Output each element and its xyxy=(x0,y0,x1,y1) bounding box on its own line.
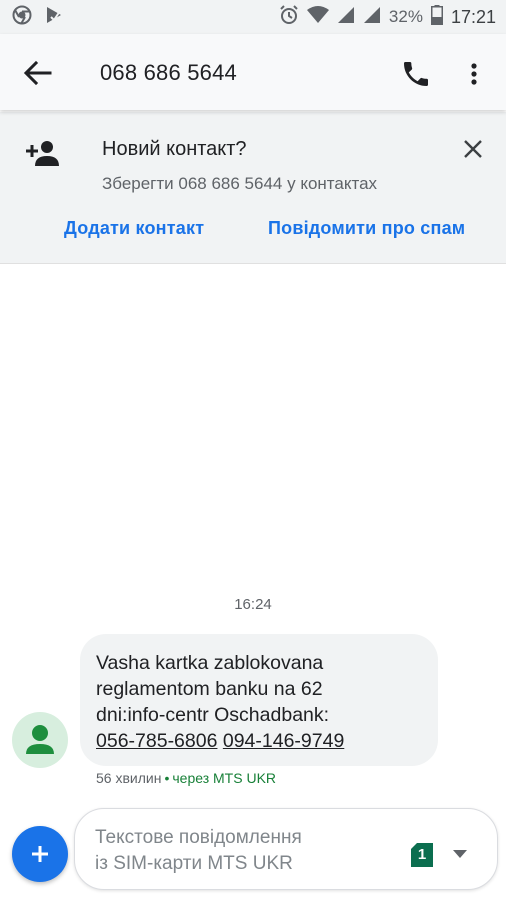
message-text-line: dni:info-centr Oschadbank: xyxy=(96,704,330,726)
report-spam-button[interactable]: Повідомити про спам xyxy=(268,218,465,239)
status-bar-system: 32% 17:21 xyxy=(279,4,496,30)
play-store-icon xyxy=(44,5,64,30)
close-icon[interactable] xyxy=(460,136,486,162)
conversation-title: 068 686 5644 xyxy=(100,60,237,85)
message-carrier: через MTS UKR xyxy=(172,770,277,786)
phone-call-icon[interactable] xyxy=(400,58,432,90)
clock: 17:21 xyxy=(450,6,496,27)
banner-subtitle: Зберегти 068 686 5644 у контактах xyxy=(102,174,378,193)
status-bar: 32% 17:21 xyxy=(0,0,506,34)
message-age: 56 хвилин xyxy=(96,770,162,786)
message-input-placeholder: Текстове повідомлення із SIM-карти MTS U… xyxy=(95,825,302,877)
meta-separator: • xyxy=(164,770,170,786)
alarm-icon xyxy=(279,4,299,30)
battery-percent: 32% xyxy=(388,7,423,26)
placeholder-line-2: із SIM-карти MTS UKR xyxy=(95,853,293,874)
add-person-icon xyxy=(24,138,62,168)
placeholder-line-1: Текстове повідомлення xyxy=(95,827,302,848)
signal-icon-2 xyxy=(363,6,381,29)
message-input[interactable]: Текстове повідомлення із SIM-карти MTS U… xyxy=(74,808,498,890)
avatar[interactable] xyxy=(12,712,68,768)
phone-link-1[interactable]: 056-785-6806 xyxy=(96,730,217,752)
message-text-line: Vasha kartka zablokovana xyxy=(96,652,324,674)
attach-button[interactable] xyxy=(12,826,68,882)
new-contact-banner: Новий контакт? Зберегти 068 686 5644 у к… xyxy=(0,112,506,264)
message-phone-line: 056-785-6806 094-146-9749 xyxy=(96,728,422,754)
sim-selector[interactable]: 1 xyxy=(411,843,433,867)
plus-icon xyxy=(32,846,48,862)
sim-number: 1 xyxy=(417,846,427,863)
back-arrow-icon[interactable] xyxy=(22,60,54,86)
message-meta: 56 хвилин • через MTS UKR xyxy=(96,770,276,786)
message-timestamp: 16:24 xyxy=(234,596,272,613)
more-vert-icon[interactable] xyxy=(462,58,486,90)
message-text-line: reglamentom banku na 62 xyxy=(96,678,323,700)
message-bubble[interactable]: Vasha kartka zablokovana reglamentom ban… xyxy=(80,634,438,766)
add-contact-button[interactable]: Додати контакт xyxy=(64,218,204,239)
signal-icon xyxy=(337,6,355,29)
status-bar-notifications xyxy=(12,5,64,30)
wifi-icon xyxy=(306,5,329,29)
banner-title: Новий контакт? xyxy=(102,138,247,160)
person-icon xyxy=(26,725,54,754)
chrome-icon xyxy=(12,5,32,30)
chevron-down-icon[interactable] xyxy=(451,845,469,863)
phone-link-2[interactable]: 094-146-9749 xyxy=(223,730,344,752)
battery-icon xyxy=(430,4,443,30)
app-bar: 068 686 5644 xyxy=(0,34,506,110)
